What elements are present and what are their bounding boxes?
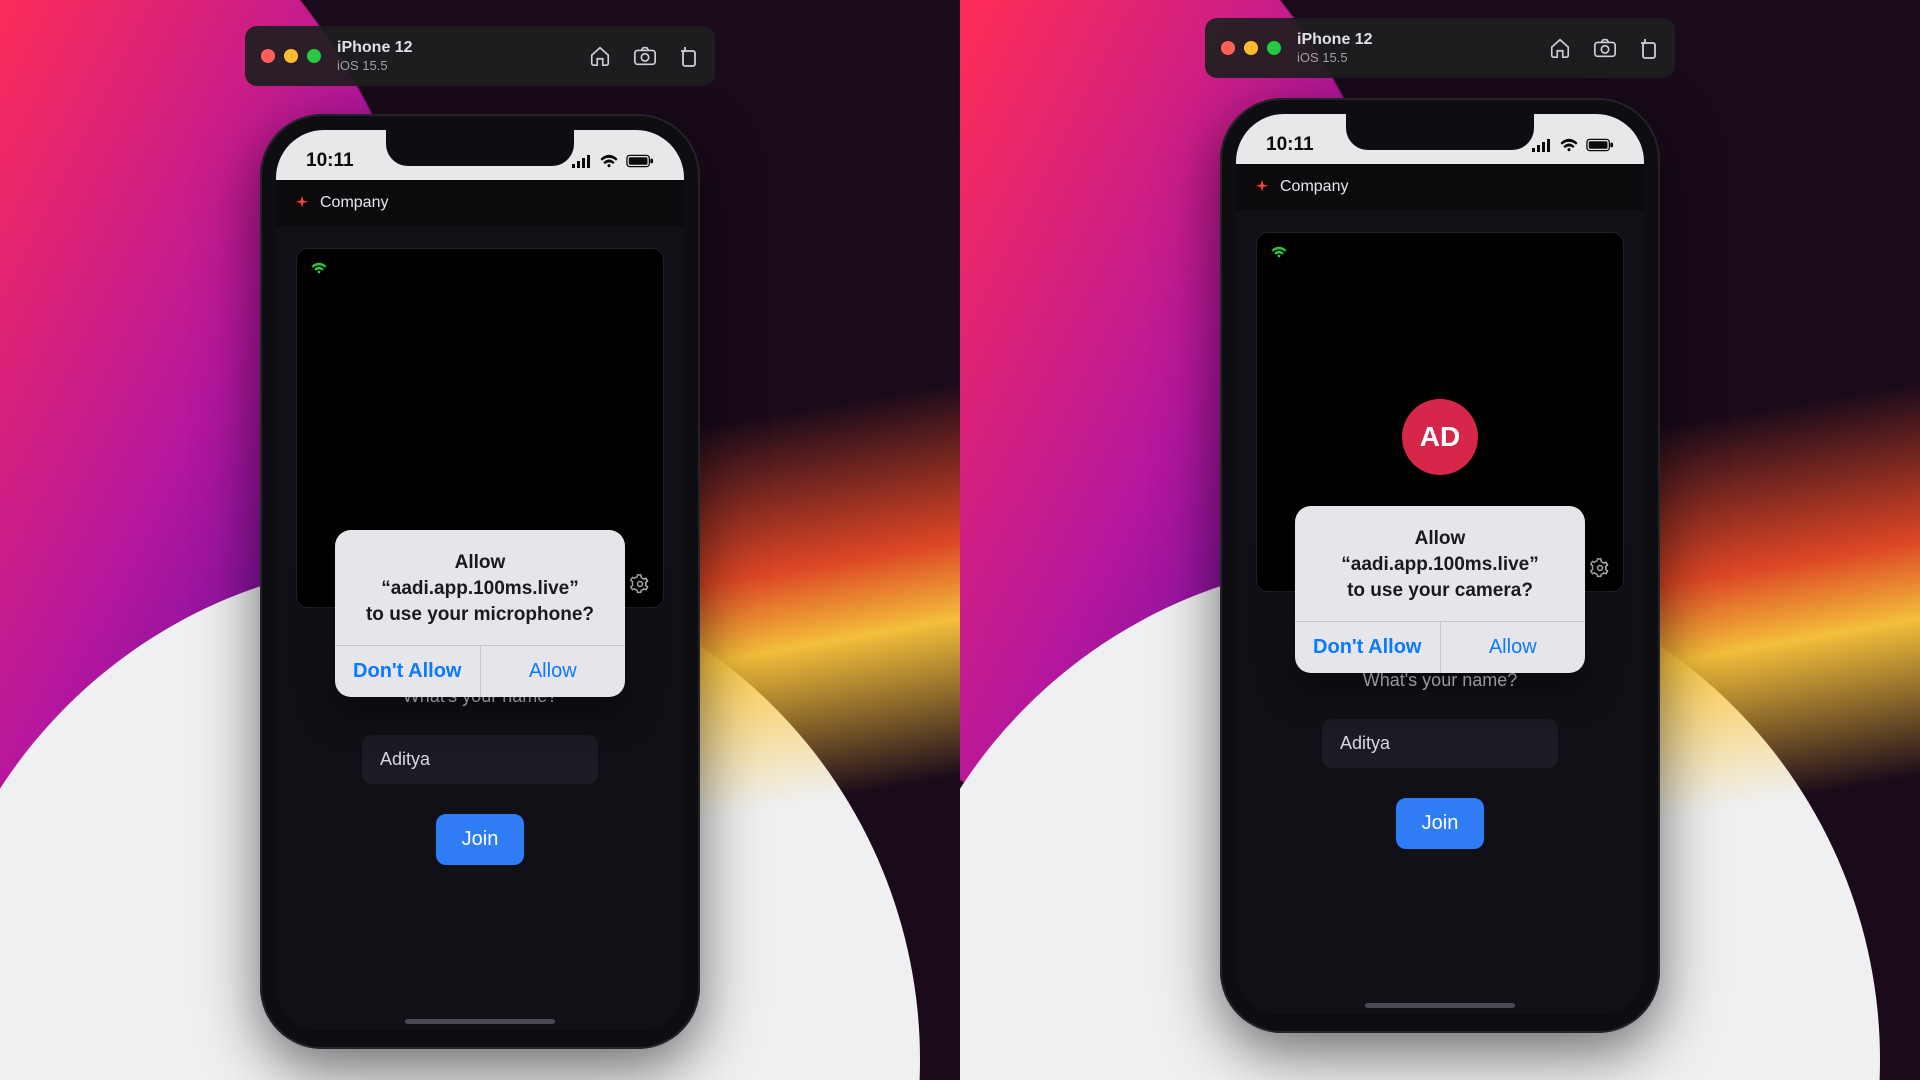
zoom-dot[interactable] — [307, 49, 321, 63]
screenshot-icon[interactable] — [633, 45, 657, 67]
window-traffic-lights — [261, 49, 321, 63]
join-button[interactable]: Join — [1396, 798, 1485, 849]
network-quality-icon — [1271, 245, 1287, 259]
sim-os-version: iOS 15.5 — [337, 58, 573, 74]
rotate-icon[interactable] — [679, 45, 699, 67]
battery-icon — [626, 154, 654, 168]
panel-left: iPhone 12 iOS 15.5 10:11 — [0, 0, 960, 1080]
alert-allow-button[interactable]: Allow — [481, 646, 626, 697]
settings-icon[interactable] — [1589, 557, 1611, 579]
screenshot-icon[interactable] — [1593, 37, 1617, 59]
status-time: 10:11 — [306, 150, 354, 172]
close-dot[interactable] — [1221, 41, 1235, 55]
cellular-icon — [572, 154, 592, 168]
rotate-icon[interactable] — [1639, 37, 1659, 59]
notch — [1346, 114, 1534, 150]
home-icon[interactable] — [1549, 37, 1571, 59]
status-time: 10:11 — [1266, 134, 1314, 156]
name-prompt: What's your name? — [1363, 670, 1518, 691]
home-indicator[interactable] — [1365, 1003, 1515, 1008]
home-icon[interactable] — [589, 45, 611, 67]
alert-message: Allow “aadi.app.100ms.live” to use your … — [335, 530, 625, 645]
name-input[interactable] — [362, 735, 598, 784]
company-name: Company — [1280, 178, 1348, 196]
ios-permission-alert: Allow “aadi.app.100ms.live” to use your … — [335, 530, 625, 697]
company-logo-icon — [1254, 179, 1270, 195]
avatar: AD — [1402, 399, 1478, 475]
alert-allow-button[interactable]: Allow — [1441, 622, 1586, 673]
sim-os-version: iOS 15.5 — [1297, 50, 1533, 66]
wifi-icon — [599, 154, 619, 168]
alert-deny-button[interactable]: Don't Allow — [335, 646, 481, 697]
settings-icon[interactable] — [629, 573, 651, 595]
join-button[interactable]: Join — [436, 814, 525, 865]
notch — [386, 130, 574, 166]
home-indicator[interactable] — [405, 1019, 555, 1024]
app-header: Company — [1236, 164, 1644, 210]
network-quality-icon — [311, 261, 327, 275]
close-dot[interactable] — [261, 49, 275, 63]
wifi-icon — [1559, 138, 1579, 152]
alert-message: Allow “aadi.app.100ms.live” to use your … — [1295, 506, 1585, 621]
ios-permission-alert: Allow “aadi.app.100ms.live” to use your … — [1295, 506, 1585, 673]
window-traffic-lights — [1221, 41, 1281, 55]
minimize-dot[interactable] — [284, 49, 298, 63]
name-input[interactable] — [1322, 719, 1558, 768]
simulator-titlebar: iPhone 12 iOS 15.5 — [1205, 18, 1675, 78]
simulator-titlebar: iPhone 12 iOS 15.5 — [245, 26, 715, 86]
company-name: Company — [320, 194, 388, 212]
zoom-dot[interactable] — [1267, 41, 1281, 55]
company-logo-icon — [294, 195, 310, 211]
battery-icon — [1586, 138, 1614, 152]
cellular-icon — [1532, 138, 1552, 152]
minimize-dot[interactable] — [1244, 41, 1258, 55]
sim-device-name: iPhone 12 — [337, 38, 573, 58]
iphone-frame: 10:11 Company — [260, 114, 700, 1049]
panel-right: iPhone 12 iOS 15.5 10:11 — [960, 0, 1920, 1080]
iphone-frame: 10:11 Company — [1220, 98, 1660, 1033]
app-header: Company — [276, 180, 684, 226]
sim-device-name: iPhone 12 — [1297, 30, 1533, 50]
alert-deny-button[interactable]: Don't Allow — [1295, 622, 1441, 673]
